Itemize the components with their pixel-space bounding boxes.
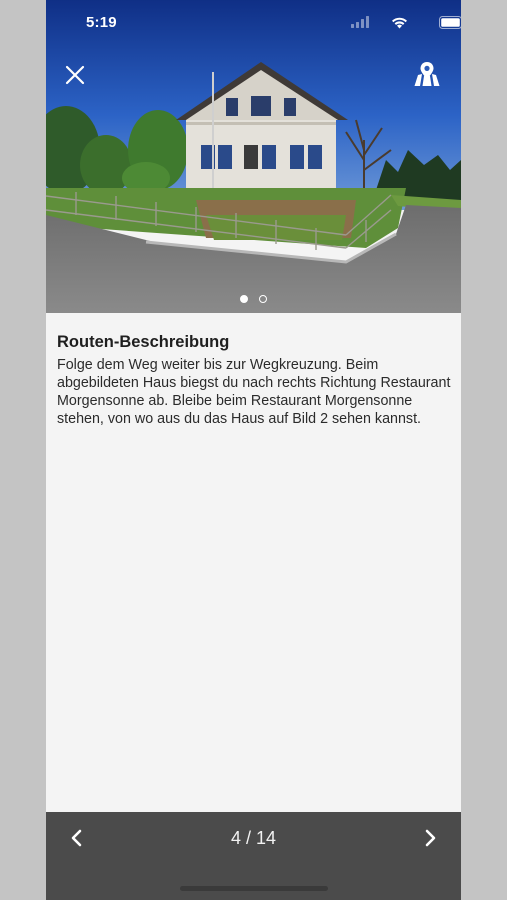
image-pager <box>46 290 461 308</box>
phone-screen: 5:19 Routen-Beschreibung Folge dem Weg w… <box>46 0 461 900</box>
close-icon <box>65 65 85 85</box>
home-indicator <box>180 886 328 891</box>
close-button[interactable] <box>62 62 88 88</box>
page-indicator: 4 / 14 <box>230 828 277 848</box>
house-photo-illustration <box>46 0 461 313</box>
map-pin-icon <box>414 62 440 86</box>
status-time: 5:19 <box>86 14 117 31</box>
pager-dot-1[interactable] <box>240 295 249 303</box>
pager-dot-2[interactable] <box>258 295 267 303</box>
next-button[interactable] <box>419 825 441 851</box>
description-section: Routen-Beschreibung Folge dem Weg weiter… <box>46 313 461 812</box>
chevron-right-icon <box>425 829 436 847</box>
route-description-text: Folge dem Weg weiter bis zur Wegkreuzung… <box>57 357 451 427</box>
map-button[interactable] <box>413 60 441 88</box>
section-title: Routen-Beschreibung <box>57 333 230 351</box>
route-photo[interactable]: 5:19 <box>46 0 461 313</box>
status-bar: 5:19 <box>46 0 461 46</box>
